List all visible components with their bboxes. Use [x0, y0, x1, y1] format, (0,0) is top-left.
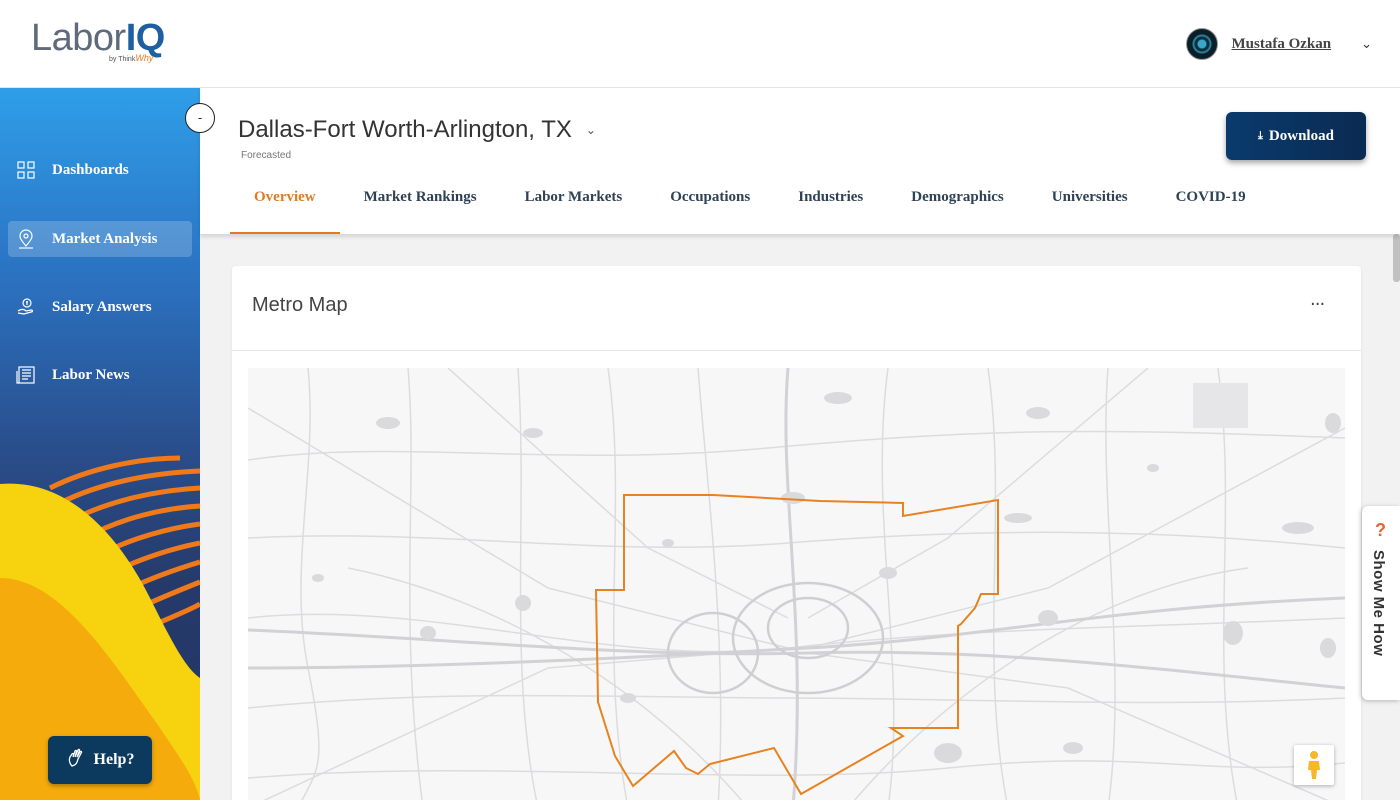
sidebar-item-label: Labor News — [52, 366, 130, 383]
sidebar-item-label: Market Analysis — [52, 230, 158, 247]
show-me-how-tab[interactable]: ? Show Me How — [1362, 506, 1400, 700]
chevron-down-icon[interactable]: ⌄ — [586, 123, 596, 137]
top-bar: LaborIQ by ThinkWhy Mustafa Ozkan ⌄ — [0, 0, 1400, 88]
sidebar-item-dashboards[interactable]: Dashboards — [8, 152, 192, 188]
chevron-down-icon[interactable]: ⌄ — [1361, 37, 1372, 52]
sidebar-collapse-button[interactable]: - — [185, 103, 215, 133]
metro-map-card: Metro Map ··· — [232, 266, 1361, 800]
tab-bar: Overview Market Rankings Labor Markets O… — [230, 174, 1270, 234]
card-title: Metro Map — [252, 294, 348, 316]
tab-overview[interactable]: Overview — [230, 174, 340, 234]
street-view-pegman-icon[interactable] — [1294, 745, 1334, 785]
help-label: Help? — [93, 751, 135, 768]
grid-icon — [16, 160, 36, 180]
main-content: Metro Map ··· — [200, 234, 1400, 800]
hand-wave-icon — [66, 748, 86, 773]
logo-sub-text: by Think — [109, 56, 136, 63]
help-button[interactable]: Help? — [48, 736, 152, 784]
tab-demographics[interactable]: Demographics — [887, 174, 1028, 234]
map-pin-icon — [16, 229, 36, 249]
logo-sub-accent: Why — [135, 53, 154, 63]
more-options-icon[interactable]: ··· — [1310, 290, 1332, 320]
download-label: Download — [1268, 127, 1334, 144]
sidebar-item-salary-answers[interactable]: Salary Answers — [8, 289, 192, 325]
sidebar-item-label: Dashboards — [52, 161, 129, 178]
metro-selector[interactable]: Dallas-Fort Worth-Arlington, TX ⌄ — [238, 116, 596, 144]
card-header: Metro Map ··· — [232, 266, 1361, 351]
sidebar-item-market-analysis[interactable]: Market Analysis — [8, 221, 192, 257]
avatar[interactable] — [1185, 28, 1218, 60]
download-button[interactable]: ⤓ Download — [1226, 112, 1366, 160]
question-mark-icon: ? — [1375, 520, 1386, 540]
sidebar-item-label: Salary Answers — [52, 298, 152, 315]
tab-occupations[interactable]: Occupations — [646, 174, 774, 234]
user-menu[interactable]: Mustafa Ozkan ⌄ — [1185, 27, 1372, 61]
page-title: Dallas-Fort Worth-Arlington, TX — [238, 116, 572, 143]
forecast-status-label: Forecasted — [241, 150, 292, 161]
salary-hand-icon — [16, 297, 36, 317]
sidebar-item-labor-news[interactable]: Labor News — [8, 357, 192, 393]
newspaper-icon — [16, 365, 36, 385]
tab-labor-markets[interactable]: Labor Markets — [501, 174, 647, 234]
tab-covid-19[interactable]: COVID-19 — [1152, 174, 1270, 234]
map-canvas — [248, 368, 1345, 800]
laboriq-logo[interactable]: LaborIQ by ThinkWhy — [31, 18, 181, 73]
tab-universities[interactable]: Universities — [1028, 174, 1152, 234]
tab-market-rankings[interactable]: Market Rankings — [340, 174, 501, 234]
page-header: Dallas-Fort Worth-Arlington, TX ⌄ Foreca… — [200, 88, 1400, 234]
sidebar: Dashboards Market Analysis Salary Answer… — [0, 88, 200, 800]
download-icon: ⤓ — [1258, 129, 1263, 142]
metro-map[interactable] — [248, 368, 1345, 800]
user-name-link[interactable]: Mustafa Ozkan — [1232, 36, 1332, 53]
show-me-how-label: Show Me How — [1370, 550, 1387, 657]
page-scrollbar[interactable] — [1393, 234, 1400, 282]
tab-industries[interactable]: Industries — [774, 174, 887, 234]
